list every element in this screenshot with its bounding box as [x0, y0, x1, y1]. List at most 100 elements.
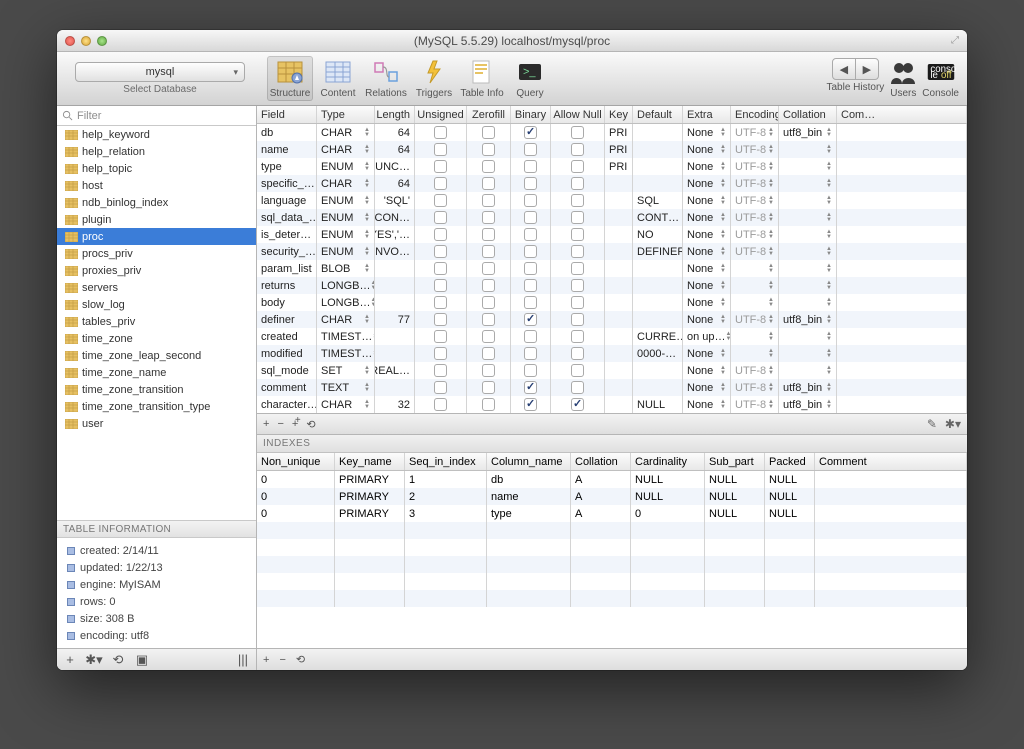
- checkbox[interactable]: [571, 347, 584, 360]
- filter-input[interactable]: Filter: [77, 110, 251, 122]
- checkbox[interactable]: [524, 330, 537, 343]
- column-row[interactable]: character…CHAR▲▼32NULLNone▲▼UTF-8▲▼utf8_…: [257, 396, 967, 413]
- checkbox[interactable]: [571, 211, 584, 224]
- checkbox[interactable]: [524, 262, 537, 275]
- console-button[interactable]: consoleoff Console: [922, 58, 959, 99]
- tab-table-info[interactable]: Table Info: [459, 56, 505, 101]
- checkbox[interactable]: [434, 126, 447, 139]
- database-select[interactable]: mysql: [75, 62, 245, 82]
- sidebar-item-time_zone_name[interactable]: time_zone_name: [57, 364, 256, 381]
- checkbox[interactable]: [434, 160, 447, 173]
- column-row[interactable]: commentTEXT▲▼None▲▼UTF-8▲▼utf8_bin▲▼: [257, 379, 967, 396]
- checkbox[interactable]: [482, 245, 495, 258]
- checkbox[interactable]: [571, 143, 584, 156]
- checkbox[interactable]: [524, 160, 537, 173]
- sidebar-item-time_zone_transition[interactable]: time_zone_transition: [57, 381, 256, 398]
- columns-gear-icon[interactable]: ✱▾: [945, 417, 961, 431]
- duplicate-column-button[interactable]: ++: [292, 418, 298, 430]
- column-row[interactable]: definerCHAR▲▼77None▲▼UTF-8▲▼utf8_bin▲▼: [257, 311, 967, 328]
- column-row[interactable]: security_…ENUM▲▼'INVO…DEFINERNone▲▼UTF-8…: [257, 243, 967, 260]
- checkbox[interactable]: [524, 126, 537, 139]
- sidebar-item-time_zone_leap_second[interactable]: time_zone_leap_second: [57, 347, 256, 364]
- column-row[interactable]: languageENUM▲▼'SQL'SQLNone▲▼UTF-8▲▼▲▼: [257, 192, 967, 209]
- checkbox[interactable]: [482, 279, 495, 292]
- checkbox[interactable]: [482, 126, 495, 139]
- tab-structure[interactable]: Structure: [267, 56, 313, 101]
- checkbox[interactable]: [571, 364, 584, 377]
- edit-icon[interactable]: ✎: [927, 417, 937, 431]
- sidebar-item-time_zone[interactable]: time_zone: [57, 330, 256, 347]
- add-column-button[interactable]: +: [263, 418, 269, 430]
- checkbox[interactable]: [434, 262, 447, 275]
- checkbox[interactable]: [482, 143, 495, 156]
- column-row[interactable]: bodyLONGB…▲▼None▲▼▲▼▲▼: [257, 294, 967, 311]
- refresh-tables-button[interactable]: ⟲: [109, 652, 127, 668]
- checkbox[interactable]: [482, 228, 495, 241]
- checkbox[interactable]: [524, 228, 537, 241]
- column-row[interactable]: param_listBLOB▲▼None▲▼▲▼▲▼: [257, 260, 967, 277]
- add-index-button[interactable]: +: [263, 654, 269, 666]
- checkbox[interactable]: [482, 364, 495, 377]
- checkbox[interactable]: [434, 228, 447, 241]
- tab-relations[interactable]: Relations: [363, 56, 409, 101]
- checkbox[interactable]: [434, 364, 447, 377]
- checkbox[interactable]: [434, 330, 447, 343]
- table-list[interactable]: help_keywordhelp_relationhelp_topichostn…: [57, 126, 256, 520]
- history-fwd-icon[interactable]: ▶: [855, 58, 879, 80]
- checkbox[interactable]: [571, 126, 584, 139]
- checkbox[interactable]: [482, 313, 495, 326]
- column-row[interactable]: sql_data_…ENUM▲▼'CON…CONT…None▲▼UTF-8▲▼▲…: [257, 209, 967, 226]
- checkbox[interactable]: [571, 330, 584, 343]
- checkbox[interactable]: [482, 398, 495, 411]
- checkbox[interactable]: [434, 194, 447, 207]
- tab-query[interactable]: >_ Query: [507, 56, 553, 101]
- checkbox[interactable]: [524, 398, 537, 411]
- checkbox[interactable]: [571, 398, 584, 411]
- checkbox[interactable]: [434, 245, 447, 258]
- checkbox[interactable]: [482, 194, 495, 207]
- column-row[interactable]: dbCHAR▲▼64PRINone▲▼UTF-8▲▼utf8_bin▲▼: [257, 124, 967, 141]
- sidebar-item-time_zone_transition_type[interactable]: time_zone_transition_type: [57, 398, 256, 415]
- checkbox[interactable]: [571, 279, 584, 292]
- sidebar-item-tables_priv[interactable]: tables_priv: [57, 313, 256, 330]
- checkbox[interactable]: [434, 143, 447, 156]
- sidebar-item-user[interactable]: user: [57, 415, 256, 432]
- checkbox[interactable]: [434, 398, 447, 411]
- sidebar-item-plugin[interactable]: plugin: [57, 211, 256, 228]
- column-row[interactable]: returnsLONGB…▲▼None▲▼▲▼▲▼: [257, 277, 967, 294]
- column-row[interactable]: typeENUM▲▼'FUNC…PRINone▲▼UTF-8▲▼▲▼: [257, 158, 967, 175]
- checkbox[interactable]: [524, 143, 537, 156]
- checkbox[interactable]: [482, 177, 495, 190]
- remove-column-button[interactable]: −: [277, 418, 283, 430]
- refresh-indexes-button[interactable]: ⟲: [296, 653, 305, 666]
- checkbox[interactable]: [482, 296, 495, 309]
- sidebar-item-servers[interactable]: servers: [57, 279, 256, 296]
- column-row[interactable]: specific_…CHAR▲▼64None▲▼UTF-8▲▼▲▼: [257, 175, 967, 192]
- checkbox[interactable]: [524, 194, 537, 207]
- checkbox[interactable]: [434, 313, 447, 326]
- checkbox[interactable]: [524, 364, 537, 377]
- table-history[interactable]: ◀ ▶ Table History: [826, 58, 884, 93]
- column-row[interactable]: nameCHAR▲▼64PRINone▲▼UTF-8▲▼▲▼: [257, 141, 967, 158]
- column-row[interactable]: sql_modeSET▲▼'REAL…None▲▼UTF-8▲▼▲▼: [257, 362, 967, 379]
- checkbox[interactable]: [571, 194, 584, 207]
- checkbox[interactable]: [482, 330, 495, 343]
- checkbox[interactable]: [571, 262, 584, 275]
- checkbox[interactable]: [434, 381, 447, 394]
- sidebar-drag-icon[interactable]: |||: [234, 652, 252, 668]
- checkbox[interactable]: [434, 211, 447, 224]
- checkbox[interactable]: [524, 296, 537, 309]
- sidebar-item-slow_log[interactable]: slow_log: [57, 296, 256, 313]
- indexes-body[interactable]: 0PRIMARY1dbANULLNULLNULL0PRIMARY2nameANU…: [257, 471, 967, 648]
- tab-triggers[interactable]: Triggers: [411, 56, 457, 101]
- column-row[interactable]: createdTIMEST…▲▼CURRE…on up…▲▼▲▼▲▼: [257, 328, 967, 345]
- users-button[interactable]: Users: [888, 58, 918, 99]
- checkbox[interactable]: [571, 381, 584, 394]
- sidebar-item-ndb_binlog_index[interactable]: ndb_binlog_index: [57, 194, 256, 211]
- history-back-icon[interactable]: ◀: [832, 58, 856, 80]
- checkbox[interactable]: [434, 177, 447, 190]
- checkbox[interactable]: [524, 177, 537, 190]
- sidebar-item-help_topic[interactable]: help_topic: [57, 160, 256, 177]
- checkbox[interactable]: [571, 296, 584, 309]
- sidebar-item-procs_priv[interactable]: procs_priv: [57, 245, 256, 262]
